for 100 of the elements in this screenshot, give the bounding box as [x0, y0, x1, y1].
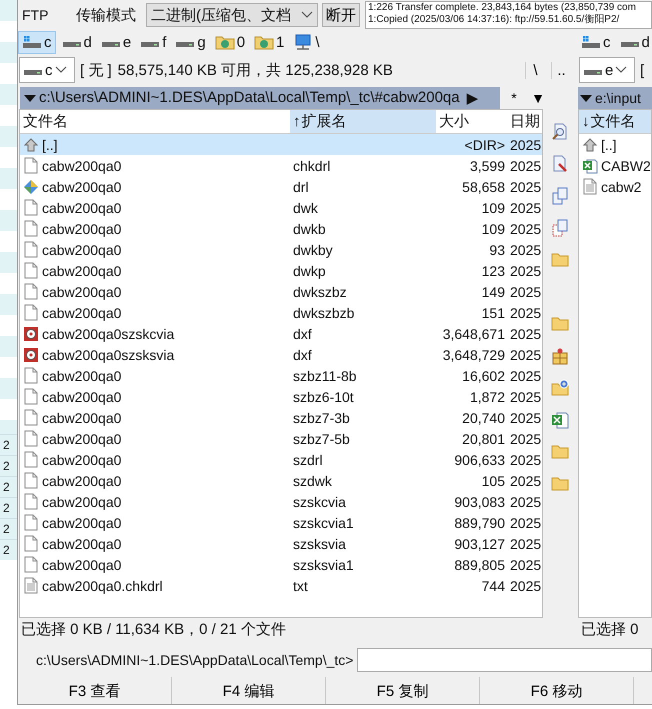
file-row[interactable]: cabw200qa0 dwkszbzb 151 2025 [20, 302, 542, 323]
file-row[interactable]: cabw200qa0 szbz6-10t 1,872 2025 [20, 386, 542, 407]
file-name: CABW2 [601, 158, 651, 174]
chevron-down-icon [54, 66, 66, 74]
globe-folder-icon[interactable] [254, 34, 274, 50]
log-line: 1:226 Transfer complete. 23,843,164 bytes (23,850,739 com [368, 2, 637, 14]
file-row[interactable]: cabw200qa0 dwkp 123 2025 [20, 260, 542, 281]
root-button[interactable]: \ [525, 62, 545, 78]
filter-dropdown-button[interactable]: ▼ [528, 90, 548, 106]
drive-dropdown[interactable]: c [19, 57, 75, 83]
move-icon[interactable] [551, 219, 569, 237]
background-text: 2 [0, 455, 17, 476]
file-icon [23, 199, 39, 216]
file-row[interactable]: cabw200qa0 dwkb 109 2025 [20, 218, 542, 239]
file-row[interactable]: cabw200qa0 dwkszbz 149 2025 [20, 281, 542, 302]
column-header[interactable]: 文件名 [590, 112, 636, 131]
file-extension: szbz7-3b [293, 410, 350, 426]
file-row[interactable]: cabw200qa0szskcvia dxf 3,648,671 2025 [20, 323, 542, 344]
file-date: 2025 [510, 388, 542, 404]
file-date: 2025 [510, 472, 542, 488]
file-size: 3,648,729 [442, 346, 505, 362]
file-icon [23, 409, 39, 426]
file-extension: szdwk [293, 472, 332, 488]
new-folder-icon[interactable] [551, 379, 569, 396]
drive-button[interactable]: g [172, 32, 209, 52]
file-icon [23, 367, 39, 384]
drive-icon[interactable] [581, 35, 601, 49]
file-row[interactable]: [..] [579, 134, 651, 155]
column-header[interactable]: 日期 [510, 112, 540, 131]
file-icon [23, 556, 39, 573]
drive-button[interactable]: e [98, 32, 134, 52]
edit-file-icon[interactable] [551, 155, 569, 173]
transfer-mode-dropdown[interactable]: 二进制(压缩包、文档 [146, 3, 318, 27]
file-extension: txt [293, 578, 308, 594]
file-name: cabw200qa0 [42, 388, 122, 404]
file-extension: dwk [293, 200, 318, 216]
column-header[interactable]: 大小 [439, 112, 469, 131]
file-row[interactable]: cabw200qa0 szbz7-3b 20,740 2025 [20, 407, 542, 428]
file-row[interactable]: cabw200qa0 dwk 109 2025 [20, 197, 542, 218]
path-bar[interactable]: e:\input [578, 86, 652, 108]
file-size: 58,658 [462, 178, 505, 194]
volume-label: [ 无 ] [80, 60, 112, 80]
spreadsheet-icon [582, 158, 598, 174]
file-extension: dxf [293, 326, 312, 342]
file-row[interactable]: cabw200qa0szsksvia dxf 3,648,729 2025 [20, 344, 542, 365]
path-bar[interactable]: c:\Users\ADMINI~1.DES\AppData\Local\Temp\_tc\#cabw200qa ▶ [20, 86, 500, 108]
drive-dropdown[interactable]: e [579, 57, 635, 83]
file-row[interactable]: cabw200qa0 szdrl 906,633 2025 [20, 449, 542, 470]
column-header[interactable]: 扩展名 [302, 112, 346, 131]
file-row[interactable]: [..] <DIR> 2025 [20, 134, 542, 155]
disconnect-button[interactable]: 断开 [322, 3, 360, 27]
file-size: 123 [482, 262, 505, 278]
file-row[interactable]: cabw200qa0 szsksvia 903,127 2025 [20, 533, 542, 554]
parent-button[interactable]: .. [551, 62, 571, 78]
background-text: 2 [0, 518, 17, 539]
file-row[interactable]: cabw200qa0 szbz7-5b 20,801 2025 [20, 428, 542, 449]
status-text: 已选择 0 KB / 11,634 KB，0 / 21 个文件 [20, 620, 287, 640]
command-input[interactable] [357, 648, 652, 672]
drive-icon[interactable] [22, 35, 42, 49]
file-icon [23, 493, 39, 510]
file-row[interactable]: cabw200qa0 szskcvia 903,083 2025 [20, 491, 542, 512]
file-extension: szsksvia1 [293, 556, 354, 572]
filter-button[interactable]: * [504, 90, 524, 106]
drive-button[interactable]: d [58, 32, 95, 52]
file-row[interactable]: cabw200qa0 dwkby 93 2025 [20, 239, 542, 260]
file-row[interactable]: cabw200qa0 szskcvia1 889,790 2025 [20, 512, 542, 533]
file-row[interactable]: cabw200qa0 szbz11-8b 16,602 2025 [20, 365, 542, 386]
view-file-icon[interactable] [551, 123, 569, 141]
file-row[interactable]: cabw200qa0.chkdrl txt 744 2025 [20, 575, 542, 596]
file-row[interactable]: cabw200qa0 chkdrl 3,599 2025 [20, 155, 542, 176]
drive-button[interactable]: c [578, 32, 614, 52]
file-row[interactable]: cabw200qa0 drl 58,658 2025 [20, 176, 542, 197]
file-row[interactable]: cabw200qa0 szsksvia1 889,805 2025 [20, 554, 542, 575]
file-size: 744 [482, 578, 505, 594]
file-name: cabw2 [601, 178, 642, 194]
file-date: 2025 [510, 326, 542, 342]
copy-icon[interactable] [551, 187, 569, 205]
chevron-down-icon [301, 11, 313, 19]
file-name: cabw200qa0szskcvia [42, 326, 174, 342]
drive-button[interactable]: \ [290, 32, 323, 52]
package-icon[interactable] [551, 347, 569, 365]
file-size: 903,083 [454, 494, 505, 510]
file-date: 2025 [510, 452, 542, 468]
caret-down-icon [580, 94, 592, 102]
drive-button[interactable]: d [616, 32, 652, 52]
file-row[interactable]: cabw2 [579, 176, 651, 197]
globe-folder-icon[interactable] [214, 34, 235, 50]
file-size: 3,648,671 [442, 326, 505, 342]
file-name: cabw200qa0 [42, 262, 122, 278]
drive-button[interactable]: 0 [212, 32, 248, 52]
status-text: 已选择 0 [580, 620, 640, 640]
drive-button[interactable]: f [137, 32, 170, 52]
drive-button[interactable]: c [18, 30, 56, 54]
file-row[interactable]: CABW2 [579, 155, 651, 176]
file-size: 109 [482, 220, 505, 236]
network-icon[interactable] [293, 33, 314, 51]
spreadsheet-icon[interactable] [551, 411, 569, 429]
column-header[interactable]: 文件名 [23, 112, 68, 131]
drive-button[interactable]: 1 [251, 32, 288, 52]
file-row[interactable]: cabw200qa0 szdwk 105 2025 [20, 470, 542, 491]
